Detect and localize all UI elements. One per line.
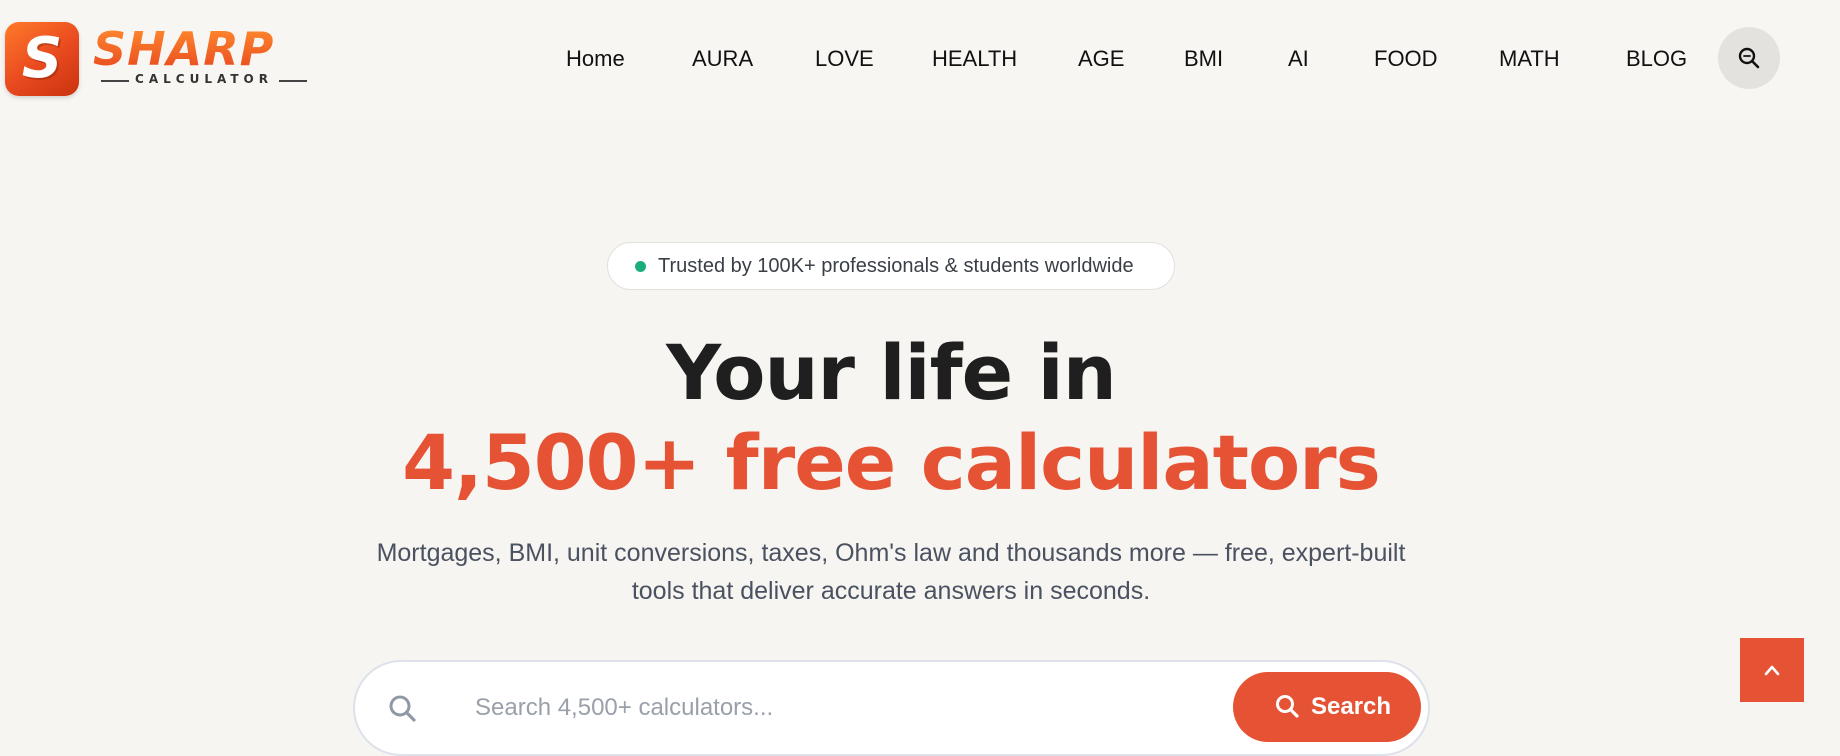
hero-subtitle: Mortgages, BMI, unit conversions, taxes,… (376, 539, 1406, 605)
search-icon (389, 695, 416, 722)
headline-line-2: 4,500+ free calculators (402, 418, 1381, 507)
search-button[interactable]: Search (1233, 672, 1421, 742)
nav-item-love[interactable]: LOVE (815, 44, 874, 74)
nav-item-math[interactable]: MATH (1499, 44, 1560, 74)
logo-wordmark: SHARP (93, 22, 275, 76)
nav-item-home[interactable]: Home (566, 44, 625, 74)
nav-item-bmi[interactable]: BMI (1184, 44, 1223, 74)
nav-item-blog[interactable]: BLOG (1626, 44, 1687, 74)
nav-item-health[interactable]: HEALTH (932, 44, 1017, 74)
nav-item-aura[interactable]: AURA (692, 44, 753, 74)
headline-line-1: Your life in (666, 328, 1117, 417)
site-logo[interactable]: S SHARP CALCULATOR (5, 22, 307, 96)
site-header: S SHARP CALCULATOR Home AURA LOVE HEALTH… (0, 0, 1840, 118)
search-button-label: Search (1311, 693, 1392, 720)
status-dot (635, 261, 646, 272)
logo-mark: S (5, 22, 79, 96)
nav-item-ai[interactable]: AI (1288, 44, 1309, 74)
logo-tagline: CALCULATOR (101, 72, 307, 88)
trust-badge: Trusted by 100K+ professionals & student… (607, 242, 1175, 290)
search-icon (1738, 47, 1760, 69)
logo-letter: S (21, 26, 63, 91)
nav-item-food[interactable]: FOOD (1374, 44, 1438, 74)
chevron-up-icon (1764, 665, 1780, 676)
back-to-top-button[interactable] (1740, 638, 1804, 702)
nav-item-age[interactable]: AGE (1078, 44, 1124, 74)
search-icon (1276, 695, 1299, 718)
header-search-button[interactable] (1718, 27, 1780, 89)
calculator-search-bar: Search (353, 660, 1430, 756)
trust-badge-text: Trusted by 100K+ professionals & student… (658, 255, 1134, 277)
search-input[interactable] (475, 686, 1215, 730)
